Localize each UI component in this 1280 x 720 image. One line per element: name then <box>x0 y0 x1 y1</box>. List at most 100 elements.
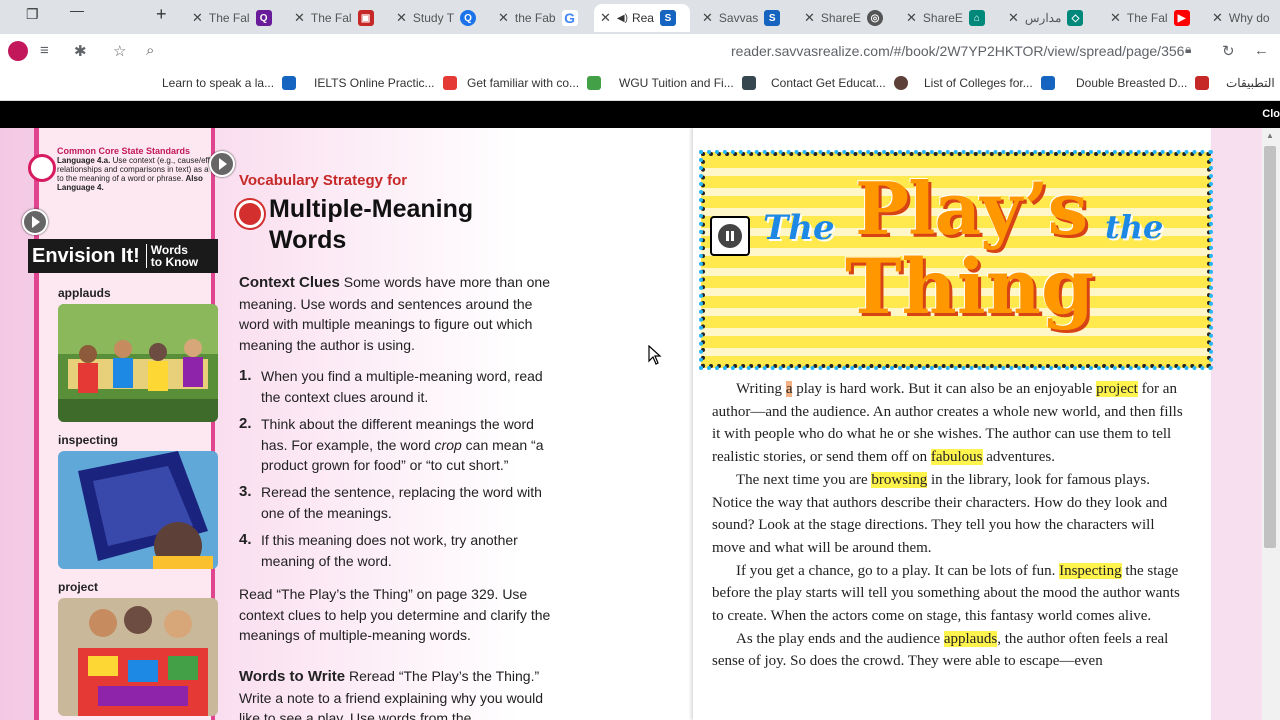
close-tab-icon[interactable]: ✕ <box>396 10 407 26</box>
google-favicon-icon: G <box>561 10 578 26</box>
bookmark-star-icon[interactable]: ☆ <box>113 42 126 60</box>
story-paragraph: As the play ends and the audience applau… <box>712 630 1169 670</box>
apps-bookmark[interactable]: التطبيقات <box>1226 76 1275 90</box>
tab-title: the Fab <box>514 11 556 25</box>
ccss-standard-label: Language 4.a. <box>57 156 111 165</box>
bookmark-label: Contact Get Educat... <box>771 76 886 90</box>
browser-toolbar: ≡ ✱ ☆ ⌕ reader.savvasrealize.com/#/book/… <box>0 34 1280 70</box>
step-text: Reread the sentence, replacing the word … <box>261 484 542 521</box>
bookmark-item[interactable]: IELTS Online Practic... <box>314 76 457 90</box>
bookmark-item[interactable]: List of Colleges for... <box>924 76 1055 90</box>
envision-it-label: Envision It! <box>32 244 140 267</box>
tab-title: The Fal <box>208 11 250 25</box>
bookmark-label: List of Colleges for... <box>924 76 1033 90</box>
scroll-up-arrow-icon[interactable]: ▲ <box>1266 131 1274 140</box>
applauds-photo <box>58 304 218 422</box>
context-clues-heading: Context Clues <box>239 274 340 291</box>
tab-title: ShareE <box>820 11 861 25</box>
bookmark-label: IELTS Online Practic... <box>314 76 435 90</box>
tab-title: Why do <box>1228 11 1270 25</box>
words-to-know-label: Words to Know <box>145 244 198 268</box>
project-photo <box>58 598 218 716</box>
page-title: Multiple-Meaning Words <box>269 195 474 254</box>
ccss-box: Common Core State Standards Language 4.a… <box>57 147 229 193</box>
tab-9[interactable]: ✕ مدارس ◇ <box>1008 4 1100 32</box>
close-tab-icon[interactable]: ✕ <box>1212 10 1223 26</box>
bookmark-item[interactable]: Learn to speak a la... <box>162 76 297 90</box>
close-tab-icon[interactable]: ✕ <box>906 10 917 26</box>
tab-title: مدارس <box>1024 11 1062 25</box>
tab-10[interactable]: ✕ The Fal ▶ <box>1110 4 1200 32</box>
close-tab-icon[interactable]: ✕ <box>1110 10 1121 26</box>
close-tab-icon[interactable]: ✕ <box>498 10 509 26</box>
speaker-icon: ◀) <box>616 12 628 24</box>
close-tab-icon[interactable]: ✕ <box>192 10 203 26</box>
tab-4[interactable]: ✕ the Fab G <box>498 4 586 32</box>
profile-avatar[interactable] <box>8 41 28 61</box>
close-tab-icon[interactable]: ✕ <box>294 10 305 26</box>
strategy-step: 2. Think about the different meanings the… <box>239 414 559 476</box>
inspecting-photo <box>58 451 218 569</box>
tab-title: The Fal <box>1126 11 1168 25</box>
tab-title: Rea <box>631 11 654 25</box>
vocab-word-inspecting[interactable]: Inspecting <box>1059 562 1122 579</box>
bookmark-item[interactable]: Double Breasted D... <box>1076 76 1210 90</box>
tab-5-active[interactable]: ✕ ◀) Rea S <box>594 4 690 32</box>
close-link[interactable]: Clo <box>1262 108 1280 120</box>
audio-play-button[interactable] <box>209 151 235 177</box>
minimize-window-icon[interactable]: — <box>70 2 84 18</box>
close-tab-icon[interactable]: ✕ <box>804 10 815 26</box>
reading-list-icon[interactable]: ≡ <box>40 42 49 59</box>
extensions-icon[interactable]: ✱ <box>74 42 87 60</box>
bookmark-favicon-icon <box>1195 76 1210 90</box>
bookmark-label: التطبيقات <box>1226 76 1275 90</box>
bookmark-item[interactable]: Get familiar with co... <box>467 76 602 90</box>
tab-7[interactable]: ✕ ShareE ◎ <box>804 4 896 32</box>
close-tab-icon[interactable]: ✕ <box>600 10 611 26</box>
search-icon[interactable]: ⌕ <box>146 42 154 59</box>
tab-favicon: S <box>659 10 676 26</box>
tab-favicon: S <box>764 10 781 26</box>
vocab-word-applauds[interactable]: applauds <box>943 630 998 647</box>
bookmark-favicon-icon <box>587 76 602 90</box>
bookmark-favicon-icon <box>282 76 297 90</box>
left-page: Common Core State Standards Language 4.a… <box>0 128 693 720</box>
title-banner: The Play’s the Thing <box>699 150 1213 370</box>
bookmark-item[interactable]: Contact Get Educat... <box>771 76 908 90</box>
audio-target-icon[interactable] <box>236 200 264 228</box>
audio-play-button[interactable] <box>22 209 48 235</box>
close-tab-icon[interactable]: ✕ <box>1008 10 1019 26</box>
strategy-step: 1. When you find a multiple-meaning word,… <box>239 366 559 407</box>
audio-pause-button[interactable] <box>710 216 750 256</box>
bookmark-favicon-icon <box>893 76 908 90</box>
back-arrow-icon[interactable]: ← <box>1254 42 1269 59</box>
scrollbar-thumb[interactable] <box>1264 146 1276 548</box>
address-bar[interactable]: reader.savvasrealize.com/#/book/2W7YP2HK… <box>731 43 1184 59</box>
banner-word-the: The <box>763 208 835 248</box>
vocab-word-fabulous[interactable]: fabulous <box>930 449 983 466</box>
tab-1[interactable]: ✕ The Fal Q <box>192 4 282 32</box>
tab-3[interactable]: ✕ Study T Q <box>396 4 484 32</box>
close-tab-icon[interactable]: ✕ <box>702 10 713 26</box>
step-number: 3. <box>239 483 252 500</box>
tab-6[interactable]: ✕ Savvas S <box>702 4 796 32</box>
words-to-write-heading: Words to Write <box>239 668 346 685</box>
bookmark-favicon-icon <box>741 76 756 90</box>
bookmark-item[interactable]: WGU Tuition and Fi... <box>619 76 756 90</box>
restore-window-icon[interactable]: ❐ <box>26 6 39 23</box>
vocab-word-browsing[interactable]: browsing <box>871 471 928 488</box>
lock-icon[interactable]: 🔒︎ <box>1185 42 1191 57</box>
tab-favicon: Q <box>255 10 272 26</box>
tab-title: Study T <box>412 11 455 25</box>
read-instruction: Read “The Play’s the Thing” on page 329.… <box>239 586 551 643</box>
step-text: If this meaning does not work, try anoth… <box>261 532 518 569</box>
tab-11[interactable]: ✕ Why do <box>1212 4 1280 32</box>
tab-2[interactable]: ✕ The Fal ▣ <box>294 4 386 32</box>
strategy-step: 4. If this meaning does not work, try ano… <box>239 530 559 571</box>
vocab-word-project[interactable]: project <box>1096 381 1138 397</box>
tab-8[interactable]: ✕ ShareE ⌂ <box>906 4 996 32</box>
reload-icon[interactable]: ↻ <box>1222 42 1235 60</box>
bookmark-favicon-icon <box>1040 76 1055 90</box>
bookmark-label: WGU Tuition and Fi... <box>619 76 734 90</box>
new-tab-plus-icon[interactable]: + <box>156 4 167 25</box>
